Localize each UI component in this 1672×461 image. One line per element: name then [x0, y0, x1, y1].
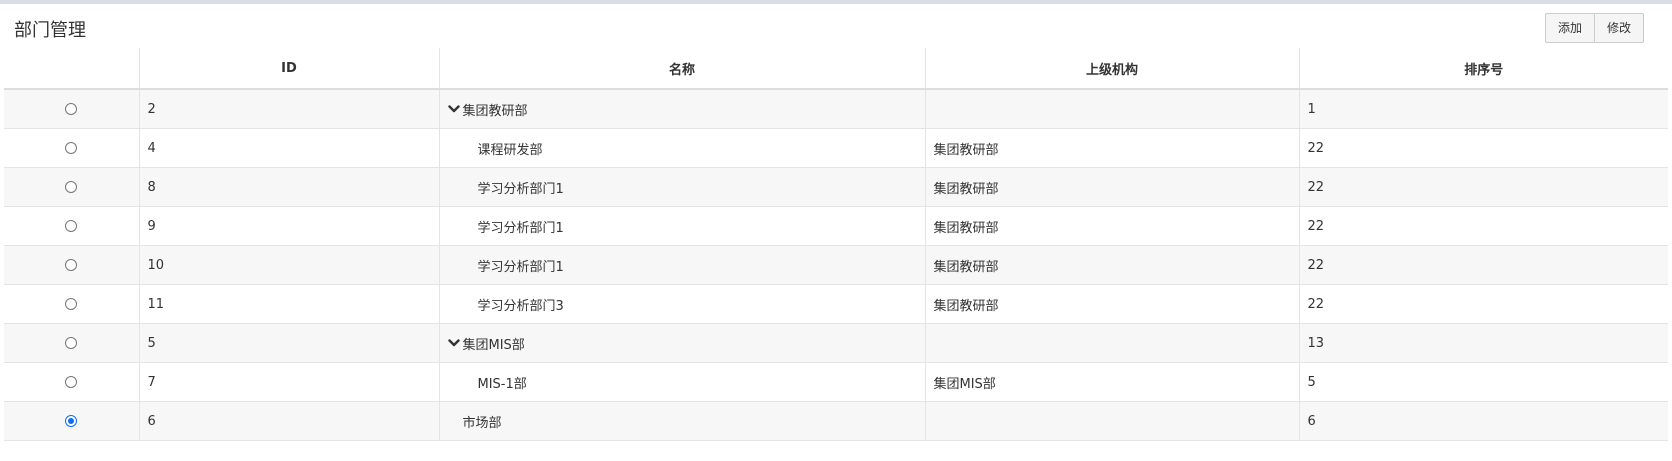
id-cell: 9	[138, 206, 439, 246]
parent-cell: 集团教研部	[924, 167, 1299, 207]
id-cell: 10	[138, 245, 439, 285]
parent-cell	[924, 88, 1299, 129]
parent-cell	[924, 323, 1299, 363]
parent-cell: 集团教研部	[924, 245, 1299, 285]
order-cell: 22	[1298, 245, 1668, 285]
row-select-cell	[4, 128, 139, 168]
panel-header: 部门管理 添加 修改	[4, 8, 1668, 48]
row-radio[interactable]	[65, 220, 78, 232]
window-frame: 部门管理 添加 修改 ID 名称 上级机构 排序号 2 集团教研部 1 4 课程…	[0, 0, 1672, 461]
order-cell: 6	[1298, 401, 1668, 441]
column-header-id[interactable]: ID	[138, 48, 439, 90]
id-cell: 2	[138, 88, 439, 129]
parent-cell	[924, 401, 1299, 441]
edit-button[interactable]: 修改	[1594, 13, 1644, 43]
table-row[interactable]: 10 学习分析部门1 集团教研部 22	[4, 245, 1668, 285]
department-name: 课程研发部	[477, 142, 543, 158]
department-name: 学习分析部门1	[477, 181, 564, 197]
row-radio[interactable]	[65, 259, 78, 271]
row-select-cell	[4, 401, 139, 441]
row-select-cell	[4, 206, 139, 246]
row-select-cell	[4, 323, 139, 363]
toolbar: 添加 修改	[1544, 13, 1644, 43]
row-radio[interactable]	[65, 142, 78, 154]
row-radio[interactable]	[65, 181, 78, 193]
id-cell: 5	[138, 323, 439, 363]
parent-cell: 集团教研部	[924, 128, 1299, 168]
row-select-cell	[4, 284, 139, 324]
name-cell: 市场部	[438, 401, 925, 441]
name-cell: MIS-1部	[438, 362, 925, 402]
order-cell: 13	[1298, 323, 1668, 363]
department-name: MIS-1部	[477, 376, 527, 392]
order-cell: 22	[1298, 284, 1668, 324]
chevron-down-icon[interactable]	[447, 103, 460, 115]
page-title: 部门管理	[14, 20, 86, 41]
row-select-cell	[4, 167, 139, 207]
name-cell: 学习分析部门3	[438, 284, 925, 324]
column-header-parent[interactable]: 上级机构	[924, 48, 1299, 90]
table-row[interactable]: 4 课程研发部 集团教研部 22	[4, 128, 1668, 168]
department-name: 市场部	[462, 415, 502, 431]
name-cell: 学习分析部门1	[438, 206, 925, 246]
row-radio-selected[interactable]	[65, 415, 78, 427]
id-cell: 6	[138, 401, 439, 441]
table-row[interactable]: 7 MIS-1部 集团MIS部 5	[4, 362, 1668, 402]
parent-cell: 集团MIS部	[924, 362, 1299, 402]
id-cell: 7	[138, 362, 439, 402]
order-cell: 1	[1298, 88, 1668, 129]
department-name: 集团教研部	[462, 103, 528, 119]
row-select-cell	[4, 245, 139, 285]
department-name: 学习分析部门1	[477, 220, 564, 236]
table-row[interactable]: 11 学习分析部门3 集团教研部 22	[4, 284, 1668, 324]
row-select-cell	[4, 88, 139, 129]
id-cell: 11	[138, 284, 439, 324]
table-row[interactable]: 5 集团MIS部 13	[4, 323, 1668, 363]
row-radio[interactable]	[65, 103, 78, 115]
table-row[interactable]: 6 市场部 6	[4, 401, 1668, 441]
order-cell: 22	[1298, 206, 1668, 246]
name-cell: 学习分析部门1	[438, 245, 925, 285]
row-radio[interactable]	[65, 376, 78, 388]
department-table: ID 名称 上级机构 排序号 2 集团教研部 1 4 课程研发部 集团教研部 2…	[4, 48, 1668, 441]
table-row[interactable]: 9 学习分析部门1 集团教研部 22	[4, 206, 1668, 246]
table-row[interactable]: 8 学习分析部门1 集团教研部 22	[4, 167, 1668, 207]
department-name: 学习分析部门3	[477, 298, 564, 314]
department-name: 集团MIS部	[462, 337, 525, 353]
department-panel: 部门管理 添加 修改 ID 名称 上级机构 排序号 2 集团教研部 1 4 课程…	[4, 8, 1668, 461]
row-radio[interactable]	[65, 337, 78, 349]
row-select-cell	[4, 362, 139, 402]
column-header-name[interactable]: 名称	[438, 48, 925, 90]
column-header-select	[4, 48, 139, 90]
row-radio[interactable]	[65, 298, 78, 310]
name-cell: 学习分析部门1	[438, 167, 925, 207]
name-cell: 集团教研部	[438, 88, 925, 129]
order-cell: 5	[1298, 362, 1668, 402]
column-header-order[interactable]: 排序号	[1298, 48, 1668, 90]
table-row[interactable]: 2 集团教研部 1	[4, 88, 1668, 129]
name-cell: 集团MIS部	[438, 323, 925, 363]
parent-cell: 集团教研部	[924, 284, 1299, 324]
parent-cell: 集团教研部	[924, 206, 1299, 246]
order-cell: 22	[1298, 167, 1668, 207]
table-header-row: ID 名称 上级机构 排序号	[4, 48, 1668, 90]
order-cell: 22	[1298, 128, 1668, 168]
department-name: 学习分析部门1	[477, 259, 564, 275]
id-cell: 8	[138, 167, 439, 207]
name-cell: 课程研发部	[438, 128, 925, 168]
add-button[interactable]: 添加	[1544, 13, 1595, 43]
chevron-down-icon[interactable]	[447, 337, 460, 349]
id-cell: 4	[138, 128, 439, 168]
